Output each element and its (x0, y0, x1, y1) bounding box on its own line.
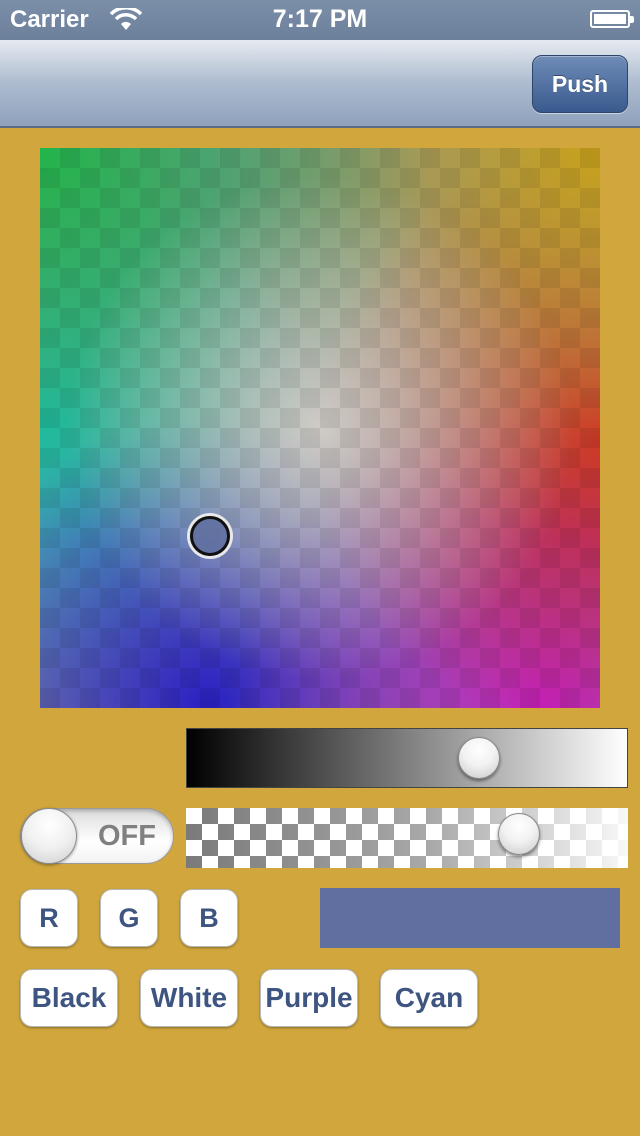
purple-button[interactable]: Purple (260, 969, 358, 1027)
color-picker-square[interactable] (40, 148, 600, 708)
push-button[interactable]: Push (532, 55, 628, 113)
blue-button[interactable]: B (180, 889, 238, 947)
toggle-label: OFF (98, 819, 156, 852)
clock: 7:17 PM (272, 5, 368, 33)
toggle-knob[interactable] (21, 808, 77, 864)
battery-icon (590, 10, 634, 28)
alpha-slider-thumb[interactable] (498, 813, 540, 855)
black-button[interactable]: Black (20, 969, 118, 1027)
navigation-bar: Push (0, 40, 640, 128)
alpha-toggle-switch[interactable]: OFF (20, 808, 174, 864)
brightness-slider-thumb[interactable] (457, 737, 500, 779)
brightness-slider[interactable] (186, 728, 628, 788)
selected-color-swatch (320, 888, 620, 948)
green-button[interactable]: G (100, 889, 158, 947)
white-button[interactable]: White (140, 969, 238, 1027)
status-bar: Carrier 7:17 PM (0, 0, 640, 40)
red-button[interactable]: R (20, 889, 78, 947)
cyan-button[interactable]: Cyan (380, 969, 478, 1027)
alpha-gradient (186, 808, 628, 868)
checker-pattern (40, 148, 600, 708)
color-picker-cursor[interactable] (190, 516, 230, 556)
alpha-slider[interactable] (186, 808, 628, 868)
